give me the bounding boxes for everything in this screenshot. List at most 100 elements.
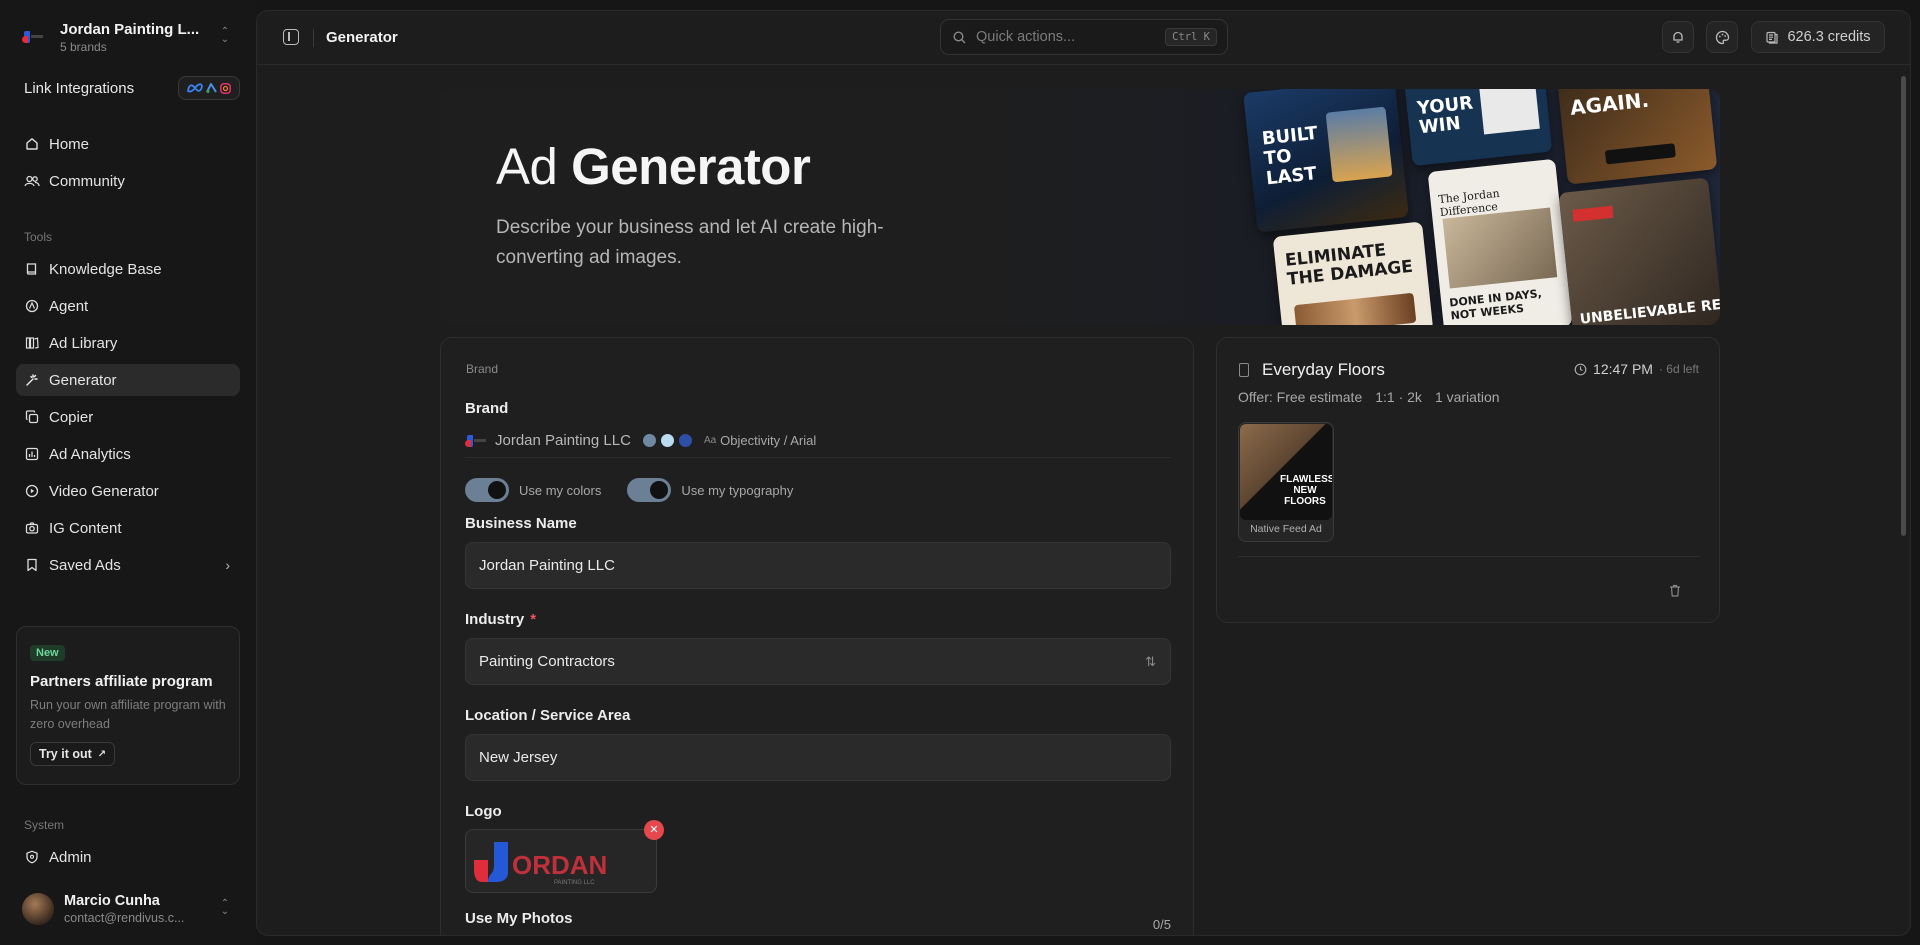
camera-icon — [24, 520, 40, 536]
logo-preview[interactable]: ORDAN PAINTING LLC — [465, 829, 657, 893]
promo-description: Run your own affiliate program with zero… — [30, 698, 226, 731]
generator-form: Brand Brand Jordan Painting LLC Aa Objec… — [440, 337, 1194, 935]
trash-icon[interactable] — [1669, 584, 1681, 597]
hero-banner: Ad Generator Describe your business and … — [440, 89, 1720, 325]
collage-tile: ELIMINATE THE DAMAGE — [1272, 221, 1434, 325]
try-it-out-button[interactable]: Try it out ↗ — [30, 742, 116, 766]
search-icon — [953, 30, 966, 43]
chevron-updown-icon: ⌃ ⌄ — [220, 898, 230, 917]
avatar — [22, 893, 54, 925]
result-title: Everyday Floors — [1262, 360, 1385, 379]
sidebar-item-home[interactable]: Home — [16, 128, 240, 160]
brand-typography: Objectivity / Arial — [720, 433, 817, 448]
svg-text:PAINTING LLC: PAINTING LLC — [554, 880, 595, 886]
location-label: Location / Service Area — [465, 707, 631, 724]
logo-mark: ORDAN PAINTING LLC — [474, 842, 607, 886]
hero-description: Describe your business and let AI create… — [496, 217, 884, 268]
industry-label: Industry * — [465, 611, 537, 628]
notifications-button[interactable] — [1662, 21, 1694, 53]
sidebar-item-label: Home — [49, 135, 90, 153]
collage-tile: YOUR WIN — [1403, 89, 1553, 167]
social-icons[interactable] — [178, 76, 240, 100]
sidebar-item-copier[interactable]: Copier — [16, 401, 240, 433]
credits-button[interactable]: 626.3 credits — [1751, 21, 1885, 53]
business-name-input[interactable]: Jordan Painting LLC — [465, 542, 1171, 589]
document-icon — [1239, 363, 1249, 377]
link-integrations[interactable]: Link Integrations — [16, 74, 240, 102]
shield-icon — [24, 849, 40, 865]
sidebar-item-admin[interactable]: Admin — [16, 841, 240, 873]
topbar: Generator Quick actions... Ctrl K 626.3 … — [257, 11, 1910, 65]
color-swatch — [678, 434, 692, 447]
divider — [1238, 556, 1700, 557]
offer-text: Offer: Free estimate — [1238, 389, 1363, 405]
workspace-switcher[interactable]: Jordan Painting L... 5 brands ⌃ ⌄ — [16, 14, 240, 60]
coins-icon — [1766, 31, 1779, 44]
credits-label: 626.3 credits — [1787, 29, 1871, 45]
photos-counter: 0/5 — [1152, 917, 1171, 932]
color-swatch — [642, 434, 656, 447]
library-icon — [24, 335, 40, 351]
sidebar-item-ad-analytics[interactable]: Ad Analytics — [16, 438, 240, 470]
chart-icon — [24, 446, 40, 462]
industry-select[interactable]: Painting Contractors ⇅ — [465, 638, 1171, 685]
scrollbar[interactable] — [1901, 76, 1906, 536]
bell-icon — [1673, 31, 1683, 43]
shortcut-hint: Ctrl K — [1165, 28, 1217, 46]
divider — [313, 29, 314, 47]
remove-logo-button[interactable]: ✕ — [644, 820, 664, 840]
location-input[interactable]: New Jersey — [465, 734, 1171, 781]
specs-text: 1:1 · 2k — [1375, 389, 1422, 405]
quick-actions-search[interactable]: Quick actions... Ctrl K — [940, 19, 1228, 55]
sidebar-item-ig-content[interactable]: IG Content — [16, 512, 240, 544]
use-typography-label: Use my typography — [681, 482, 794, 498]
use-colors-toggle[interactable] — [465, 478, 509, 502]
sidebar: Jordan Painting L... 5 brands ⌃ ⌄ Link In… — [0, 0, 256, 945]
main-nav: Home Community — [16, 128, 240, 202]
typography-icon: Aa — [703, 435, 717, 446]
use-colors-label: Use my colors — [519, 482, 602, 498]
link-integrations-label: Link Integrations — [24, 79, 135, 97]
color-swatch — [660, 434, 674, 447]
variations-text: 1 variation — [1434, 389, 1500, 405]
sidebar-item-knowledge-base[interactable]: Knowledge Base — [16, 253, 240, 285]
sparkle-icon — [24, 372, 40, 388]
sidebar-item-ad-library[interactable]: Ad Library — [16, 327, 240, 359]
form-section-label: Brand — [466, 362, 499, 376]
promo-title: Partners affiliate program — [30, 673, 213, 690]
affiliate-promo-card: New Partners affiliate program Run your … — [16, 626, 240, 785]
sidebar-item-generator[interactable]: Generator — [16, 364, 240, 396]
ad-thumbnail[interactable]: FLAWLESS NEW FLOORS Native Feed Ad — [1238, 422, 1334, 542]
sidebar-item-agent[interactable]: Agent — [16, 290, 240, 322]
user-menu[interactable]: Marcio Cunha contact@rendivus.c... ⌃ ⌄ — [16, 888, 240, 930]
sidebar-item-video-generator[interactable]: Video Generator — [16, 475, 240, 507]
generation-result-card: Everyday Floors 12:47 PM · 6d left Offer… — [1216, 337, 1720, 623]
palette-icon — [1715, 30, 1729, 44]
clock-icon — [1574, 363, 1587, 375]
home-icon — [24, 136, 40, 152]
brand-color-swatches — [642, 434, 692, 447]
theme-button[interactable] — [1706, 21, 1738, 53]
use-typography-toggle[interactable] — [627, 478, 672, 502]
sidebar-item-community[interactable]: Community — [16, 165, 240, 197]
instagram-icon — [220, 82, 231, 94]
sidebar-toggle-icon[interactable] — [283, 29, 299, 45]
ad-collage: BUILT TO LAST YOUR WIN AGAIN. ELIMINATE … — [1243, 89, 1720, 325]
brand-logo — [22, 30, 43, 44]
bookmark-icon — [24, 557, 40, 573]
sidebar-item-label: Copier — [49, 408, 94, 426]
user-name: Marcio Cunha — [64, 893, 160, 909]
sidebar-item-label: Knowledge Base — [49, 260, 162, 278]
user-email: contact@rendivus.c... — [64, 911, 185, 925]
google-ads-icon — [206, 83, 217, 93]
brand-selector[interactable]: Jordan Painting LLC Aa Objectivity / Ari… — [465, 430, 1171, 458]
brand-logo — [465, 434, 486, 448]
sidebar-item-label: Community — [49, 172, 125, 190]
search-placeholder: Quick actions... — [976, 29, 1076, 45]
arrow-up-right-icon: ↗ — [97, 748, 107, 760]
sidebar-item-saved-ads[interactable]: Saved Ads › — [16, 549, 240, 581]
main-panel: Generator Quick actions... Ctrl K 626.3 … — [256, 10, 1911, 936]
section-label-tools: Tools — [24, 230, 53, 244]
logo-label: Logo — [465, 803, 502, 820]
workspace-name: Jordan Painting L... — [60, 20, 200, 38]
